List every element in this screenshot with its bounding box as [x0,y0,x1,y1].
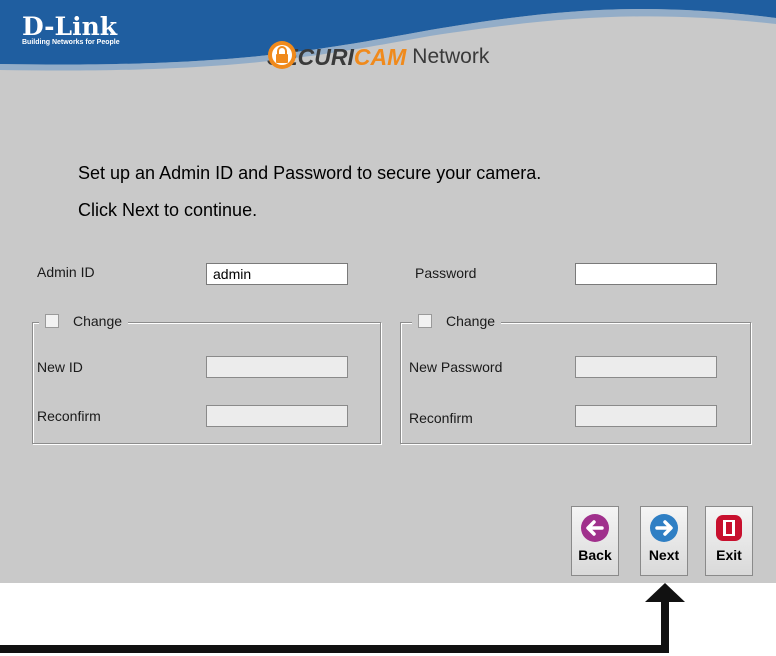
admin-id-label: Admin ID [37,264,95,280]
reconfirm-id-input[interactable] [206,405,348,427]
back-button[interactable]: Back [571,506,619,576]
brand-name-part3: Network [412,45,490,68]
callout-arrow [0,583,685,653]
instruction-line-2: Click Next to continue. [78,200,258,220]
new-password-input[interactable] [575,356,717,378]
logo-text: D-Link [22,12,118,41]
padlock-icon [268,41,296,69]
header-banner: D-Link Building Networks for People SECU… [0,0,776,110]
dlink-logo: D-Link Building Networks for People [22,14,120,47]
change-password-checkbox[interactable] [418,314,432,328]
next-button[interactable]: Next [640,506,688,576]
reconfirm-password-input[interactable] [575,405,717,427]
brand-name-part2: CAM [353,43,407,70]
new-id-label: New ID [37,359,83,375]
change-id-label: Change [73,313,123,329]
change-id-checkbox[interactable] [45,314,59,328]
instruction-line-1: Set up an Admin ID and Password to secur… [78,163,542,183]
reconfirm-password-label: Reconfirm [409,410,473,426]
securicam-brand: SECURI CAM Network [267,40,489,74]
logo-tagline: Building Networks for People [22,39,120,46]
change-password-legend: Change [412,313,502,329]
exit-button[interactable]: Exit [705,506,753,576]
back-button-label: Back [578,547,612,563]
password-label: Password [415,265,477,281]
reconfirm-id-label: Reconfirm [37,408,101,424]
next-button-label: Next [648,547,680,563]
admin-id-input[interactable] [206,263,348,285]
change-id-legend: Change [39,313,129,329]
setup-wizard-window: D-Link Building Networks for People SECU… [0,0,776,583]
exit-button-label: Exit [716,547,742,563]
left-arrow-icon [581,514,609,542]
change-password-label: Change [446,313,496,329]
exit-door-icon [716,515,742,541]
new-id-input[interactable] [206,356,348,378]
new-password-label: New Password [409,359,503,375]
right-arrow-icon [650,514,678,542]
password-input[interactable] [575,263,717,285]
